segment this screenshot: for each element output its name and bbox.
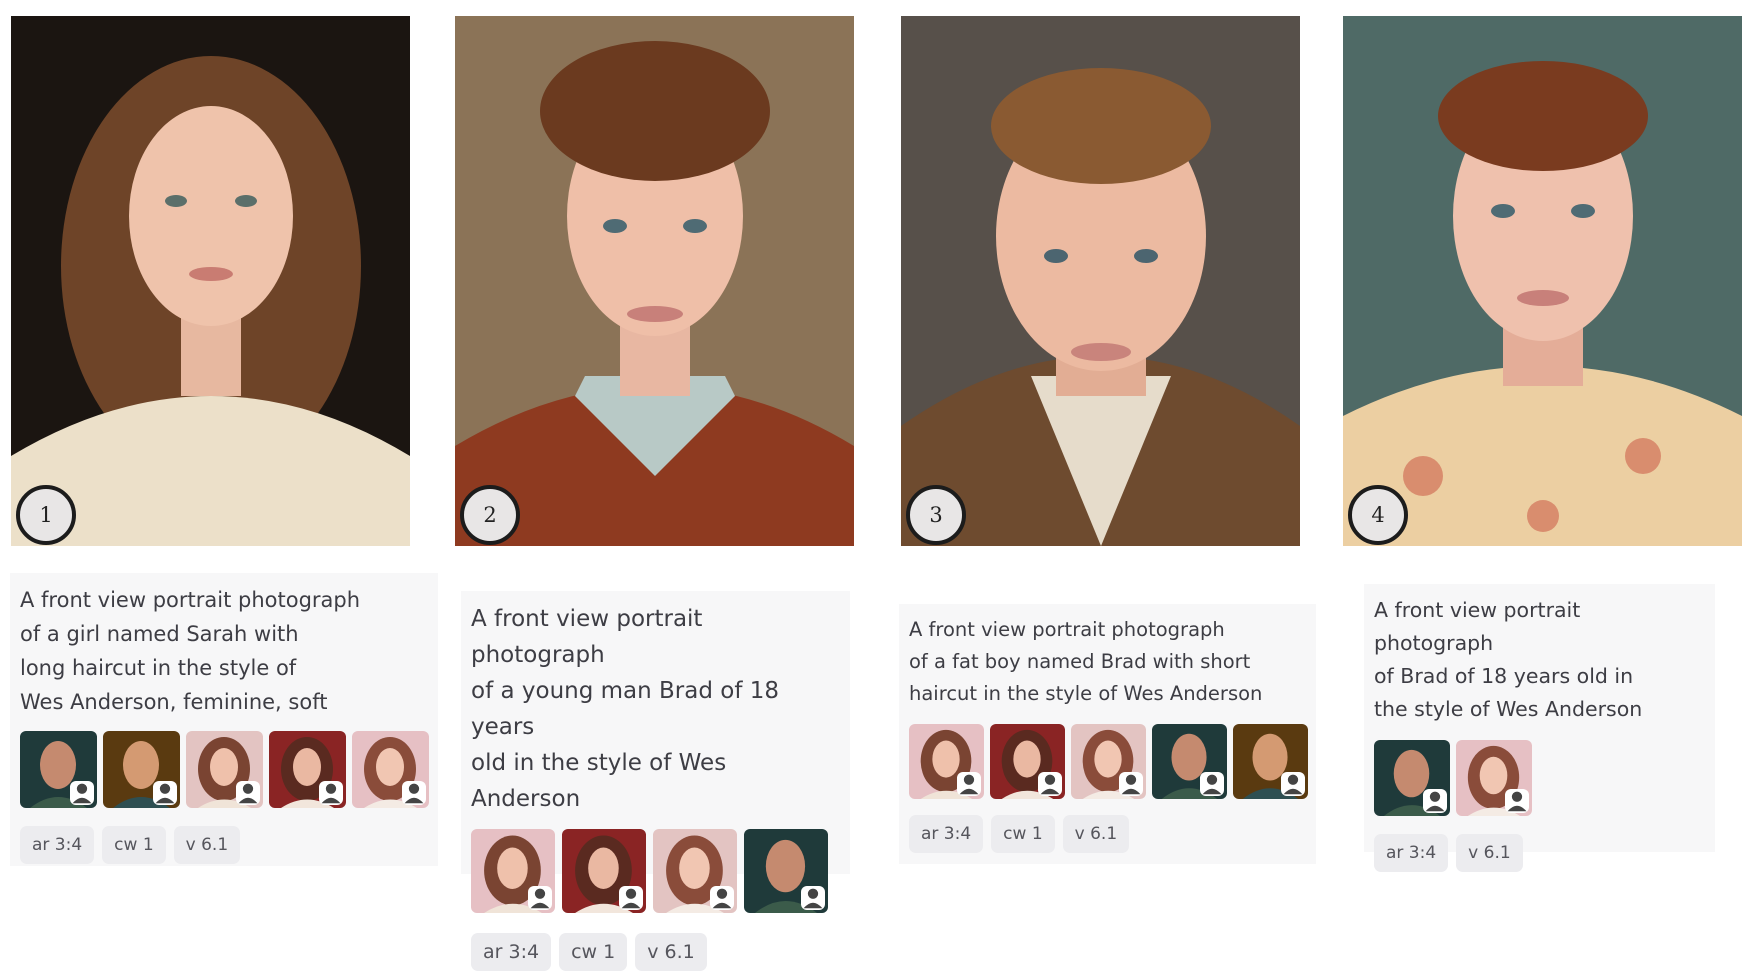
reference-thumbnail[interactable] <box>1374 740 1450 816</box>
person-icon <box>528 886 552 910</box>
prompt-text[interactable]: A front view portrait photograph of a yo… <box>471 601 840 817</box>
result-number-badge: 4 <box>1348 485 1408 545</box>
person-icon <box>402 781 426 805</box>
prompt-card-1: A front view portrait photograph of a gi… <box>10 573 438 866</box>
reference-thumbnail[interactable] <box>471 829 555 913</box>
reference-thumbnail[interactable] <box>990 724 1065 799</box>
prompt-line: of a young man Brad of 18 years <box>471 678 780 740</box>
param-chip-aspect-ratio[interactable]: ar 3:4 <box>471 933 552 971</box>
person-icon <box>1505 789 1529 813</box>
param-chip-aspect-ratio[interactable]: ar 3:4 <box>20 826 95 864</box>
prompt-line: of Brad of 18 years old in <box>1374 664 1634 688</box>
person-icon <box>236 781 260 805</box>
prompt-line: A front view portrait photograph <box>909 618 1225 641</box>
reference-thumbnail[interactable] <box>1071 724 1146 799</box>
parameter-chips: ar 3:4 cw 1 v 6.1 <box>471 933 840 971</box>
reference-thumbnail[interactable] <box>103 731 180 808</box>
portrait-man-image <box>901 16 1300 546</box>
prompt-line: A front view portrait photograph <box>20 588 361 612</box>
param-chip-character-weight[interactable]: cw 1 <box>559 933 628 971</box>
param-chip-version[interactable]: v 6.1 <box>173 826 241 864</box>
person-icon <box>801 886 825 910</box>
prompt-line: A front view portrait photograph <box>1374 598 1581 655</box>
portrait-image-3[interactable]: 3 <box>901 16 1300 546</box>
reference-thumbnail[interactable] <box>909 724 984 799</box>
prompt-card-2: A front view portrait photograph of a yo… <box>461 591 850 971</box>
param-chip-version[interactable]: v 6.1 <box>635 933 707 971</box>
portrait-woman-image <box>11 16 410 546</box>
portrait-image-2[interactable]: 2 <box>455 16 854 546</box>
person-icon <box>710 886 734 910</box>
reference-thumbnail[interactable] <box>186 731 263 808</box>
reference-thumbnail[interactable] <box>1233 724 1308 799</box>
person-icon <box>1423 789 1447 813</box>
reference-thumbnail[interactable] <box>20 731 97 808</box>
person-icon <box>1119 772 1143 796</box>
reference-images <box>20 731 429 808</box>
param-chip-character-weight[interactable]: cw 1 <box>991 815 1055 853</box>
parameter-chips: ar 3:4 cw 1 v 6.1 <box>909 815 1306 853</box>
parameter-chips: ar 3:4 v 6.1 <box>1374 834 1705 872</box>
param-chip-aspect-ratio[interactable]: ar 3:4 <box>909 815 984 853</box>
prompt-text[interactable]: A front view portrait photograph of Brad… <box>1374 594 1705 726</box>
person-icon <box>957 772 981 796</box>
prompt-card-4: A front view portrait photograph of Brad… <box>1364 584 1715 872</box>
reference-images <box>909 724 1308 799</box>
prompt-line: old in the style of Wes Anderson <box>471 750 727 812</box>
person-icon <box>70 781 94 805</box>
param-chip-version[interactable]: v 6.1 <box>1062 815 1130 853</box>
person-icon <box>319 781 343 805</box>
reference-thumbnail[interactable] <box>1152 724 1227 799</box>
reference-thumbnail[interactable] <box>1456 740 1532 816</box>
prompt-line: long haircut in the style of <box>20 656 297 680</box>
result-number-badge: 2 <box>460 485 520 545</box>
portrait-image-1[interactable]: 1 <box>11 16 410 546</box>
prompt-line: haircut in the style of Wes Anderson <box>909 682 1263 705</box>
reference-thumbnail[interactable] <box>653 829 737 913</box>
prompt-line: of a girl named Sarah with <box>20 622 299 646</box>
person-icon <box>619 886 643 910</box>
person-icon <box>153 781 177 805</box>
prompt-card-3: A front view portrait photograph of a fa… <box>899 604 1316 864</box>
result-number-badge: 1 <box>16 485 76 545</box>
portrait-young-man-image <box>455 16 854 546</box>
portrait-man-floral-shirt-image <box>1343 16 1742 546</box>
result-number-badge: 3 <box>906 485 966 545</box>
prompt-text[interactable]: A front view portrait photograph of a gi… <box>20 583 428 719</box>
reference-images <box>471 829 840 913</box>
reference-thumbnail[interactable] <box>352 731 429 808</box>
parameter-chips: ar 3:4 cw 1 v 6.1 <box>20 826 428 864</box>
person-icon <box>1200 772 1224 796</box>
prompt-line: A front view portrait photograph <box>471 606 703 668</box>
person-icon <box>1281 772 1305 796</box>
prompt-line: the style of Wes Anderson <box>1374 697 1643 721</box>
param-chip-character-weight[interactable]: cw 1 <box>102 826 166 864</box>
reference-thumbnail[interactable] <box>562 829 646 913</box>
reference-images <box>1374 740 1705 816</box>
portrait-image-4[interactable]: 4 <box>1343 16 1742 546</box>
param-chip-aspect-ratio[interactable]: ar 3:4 <box>1374 834 1449 872</box>
reference-thumbnail[interactable] <box>269 731 346 808</box>
person-icon <box>1038 772 1062 796</box>
param-chip-version[interactable]: v 6.1 <box>1456 834 1523 872</box>
prompt-line: of a fat boy named Brad with short <box>909 650 1251 673</box>
prompt-line: Wes Anderson, feminine, soft <box>20 690 328 714</box>
reference-thumbnail[interactable] <box>744 829 828 913</box>
prompt-text[interactable]: A front view portrait photograph of a fa… <box>909 614 1306 710</box>
